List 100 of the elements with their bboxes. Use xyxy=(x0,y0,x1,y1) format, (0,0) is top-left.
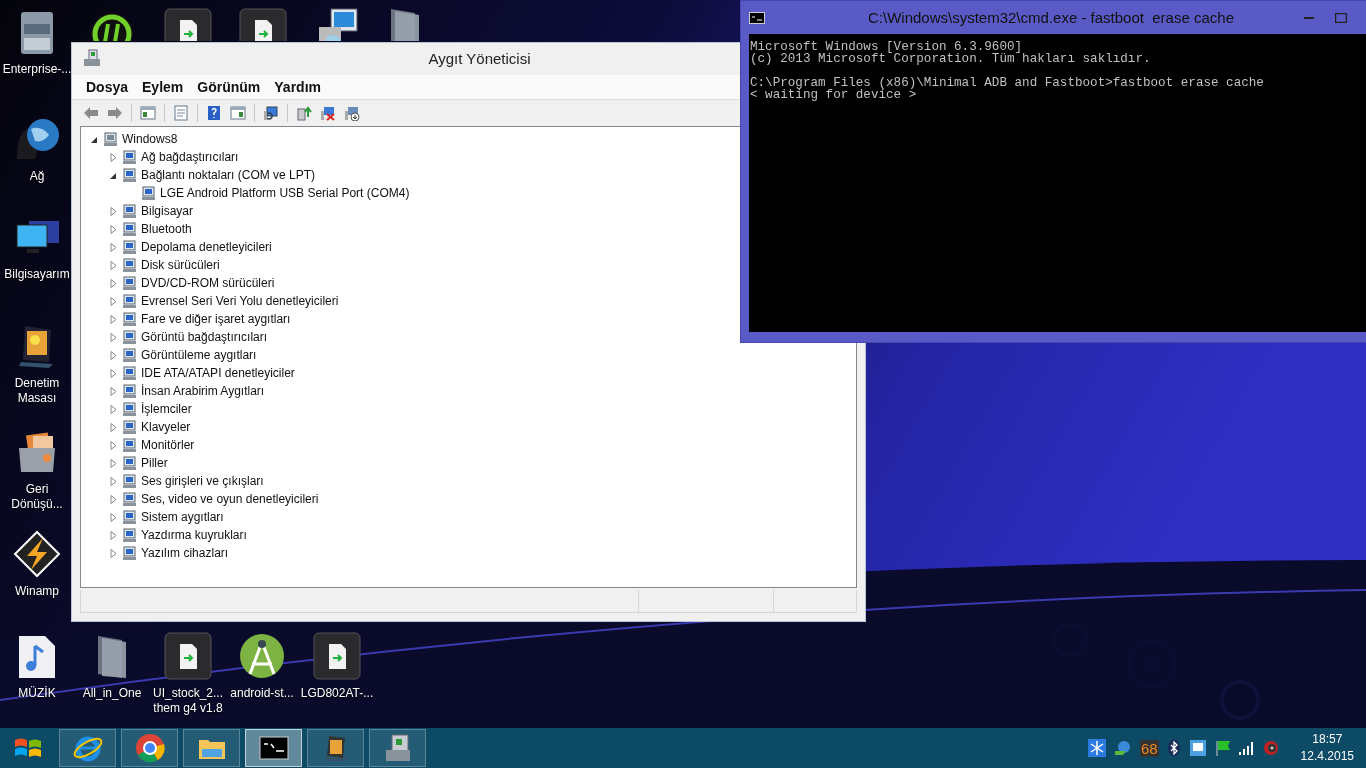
console-line: (c) 2013 Microsoft Corporation. Tüm hakları saklıdır. xyxy=(750,53,1152,65)
taskbar-button[interactable] xyxy=(245,729,302,767)
taskbar-button[interactable] xyxy=(307,729,364,767)
menu-item[interactable]: Dosya xyxy=(80,77,135,97)
clock-time[interactable]: 18:57 xyxy=(1312,731,1343,748)
expander-toggle[interactable] xyxy=(108,439,119,451)
expander-toggle[interactable] xyxy=(108,223,119,235)
device-icon xyxy=(121,437,137,453)
expander-toggle[interactable] xyxy=(108,277,119,289)
expander-toggle[interactable] xyxy=(108,529,119,541)
tree-item[interactable]: DVD/CD-ROM sürücüleri xyxy=(141,276,275,290)
expander-toggle[interactable] xyxy=(108,475,119,487)
tree-item[interactable]: IDE ATA/ATAPI denetleyiciler xyxy=(141,366,295,380)
expander-toggle[interactable] xyxy=(108,331,119,343)
expander-toggle[interactable] xyxy=(108,403,119,415)
flag-icon xyxy=(1214,739,1231,757)
device-icon xyxy=(121,455,137,471)
document-arrow-icon[interactable] xyxy=(164,8,212,41)
shortcut-label[interactable]: Winamp xyxy=(15,584,59,599)
device-icon xyxy=(121,239,137,255)
expander-toggle[interactable] xyxy=(108,457,119,469)
tree-item[interactable]: LGE Android Platform USB Serial Port (COM4) xyxy=(160,186,410,200)
shortcut-label[interactable]: android-st... xyxy=(230,686,294,701)
menu-item[interactable]: Eylem xyxy=(136,77,190,97)
device-icon xyxy=(121,203,137,219)
tree-item[interactable]: Depolama denetleyicileri xyxy=(141,240,272,254)
tree-item[interactable]: Piller xyxy=(141,456,168,470)
tree-item[interactable]: İnsan Arabirim Aygıtları xyxy=(141,384,265,398)
shortcut-label[interactable]: LGD802AT-... xyxy=(300,686,374,701)
device-icon xyxy=(121,473,137,489)
tree-item[interactable]: Görüntü bağdaştırıcıları xyxy=(141,330,268,344)
expander-toggle[interactable] xyxy=(108,547,119,559)
update-icon xyxy=(296,105,312,121)
snowflake-icon xyxy=(1087,739,1106,757)
shortcut-label[interactable]: Enterprise-... xyxy=(2,62,72,77)
expander-toggle[interactable] xyxy=(108,367,119,379)
compass-icon[interactable] xyxy=(238,632,286,680)
tree-item[interactable]: Evrensel Seri Veri Yolu denetleyicileri xyxy=(141,294,339,308)
tree-item[interactable]: Ses girişleri ve çıkışları xyxy=(141,474,264,488)
device-icon xyxy=(121,221,137,237)
expander-toggle[interactable] xyxy=(108,295,119,307)
shortcut-label[interactable]: Ağ xyxy=(29,169,45,184)
window-title: Aygıt Yöneticisi xyxy=(428,49,531,67)
expander-toggle[interactable] xyxy=(108,151,119,163)
counter-badge[interactable]: 68 xyxy=(1139,739,1159,757)
device-icon xyxy=(121,293,137,309)
device-icon xyxy=(121,527,137,543)
expander-toggle[interactable] xyxy=(108,385,119,397)
device-icon xyxy=(121,401,137,417)
window-pane-icon xyxy=(230,105,246,121)
shortcut-label[interactable]: Geri Dönüşü... xyxy=(11,482,63,512)
tree-item[interactable]: Fare ve diğer işaret aygıtları xyxy=(141,312,291,326)
device-icon xyxy=(121,311,137,327)
expander-toggle[interactable] xyxy=(108,313,119,325)
shortcut-label[interactable]: Denetim Masası xyxy=(14,376,60,406)
expander-toggle[interactable] xyxy=(108,511,119,523)
menu-item[interactable]: Görünüm xyxy=(191,77,267,97)
tree-item[interactable]: Windows8 xyxy=(122,132,178,146)
console-line: < waiting for device > xyxy=(750,89,917,101)
window-title: C:\Windows\system32\cmd.exe - fastboot erase cache xyxy=(867,9,1235,26)
tree-item[interactable]: Yazılım cihazları xyxy=(141,546,229,560)
document-arrow-icon[interactable] xyxy=(239,8,287,41)
tree-item[interactable]: Ağ bağdaştırıcıları xyxy=(141,150,239,164)
tree-item[interactable]: Disk sürücüleri xyxy=(141,258,220,272)
shortcut-label[interactable]: All_in_One xyxy=(82,686,142,701)
tree-item[interactable]: Klavyeler xyxy=(141,420,191,434)
tree-item[interactable]: İşlemciler xyxy=(141,402,192,416)
expander-toggle[interactable] xyxy=(108,205,119,217)
menu-item[interactable]: Yardım xyxy=(268,77,327,97)
tree-item[interactable]: Yazdırma kuyrukları xyxy=(141,528,247,542)
device-icon xyxy=(121,347,137,363)
shortcut-label[interactable]: MÜZİK xyxy=(18,686,56,701)
tree-item[interactable]: Bağlantı noktaları (COM ve LPT) xyxy=(141,168,316,182)
expander-toggle[interactable] xyxy=(108,241,119,253)
tree-item[interactable]: Ses, video ve oyun denetleyicileri xyxy=(141,492,319,506)
expander-toggle[interactable] xyxy=(108,349,119,361)
console-line: C:\Program Files (x86)\Minimal ADB and Fastboot>fastboot erase cache xyxy=(750,77,1265,89)
device-icon xyxy=(121,167,137,183)
expander-toggle[interactable] xyxy=(108,259,119,271)
console-line: Microsoft Windows [Version 6.3.9600] xyxy=(750,41,1023,53)
expander-toggle[interactable] xyxy=(108,421,119,433)
tree-item[interactable]: Bilgisayar xyxy=(141,204,194,218)
device-icon xyxy=(121,275,137,291)
tree-item[interactable]: Görüntüleme aygıtları xyxy=(141,348,257,362)
shortcut-label[interactable]: UI_stock_2... them g4 v1.8 xyxy=(153,686,223,716)
device-icon xyxy=(121,329,137,345)
tree-item[interactable]: Sistem aygıtları xyxy=(141,510,224,524)
shortcut-label[interactable]: Bilgisayarım xyxy=(4,267,70,282)
device-icon xyxy=(121,545,137,561)
expander-toggle[interactable] xyxy=(108,493,119,505)
device-icon xyxy=(121,257,137,273)
device-icon xyxy=(82,48,102,68)
clock-date[interactable]: 12.4.2015 xyxy=(1300,748,1354,765)
back-arrow-icon xyxy=(83,105,99,121)
lightning-icon[interactable] xyxy=(13,530,61,578)
device-icon xyxy=(121,419,137,435)
tree-item[interactable]: Monitörler xyxy=(141,438,195,452)
round-icon xyxy=(133,732,166,764)
tree-item[interactable]: Bluetooth xyxy=(141,222,192,236)
taskbar-button[interactable] xyxy=(121,729,178,767)
